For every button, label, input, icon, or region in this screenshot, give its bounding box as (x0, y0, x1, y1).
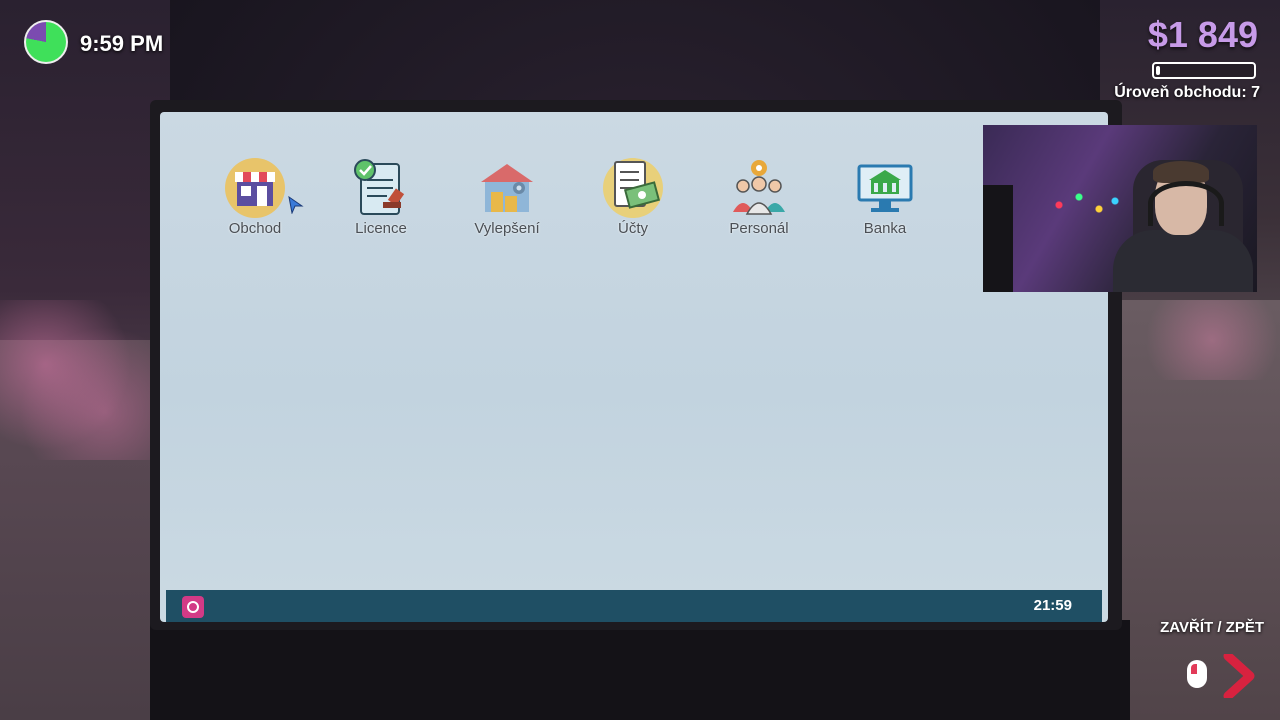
streamer-hair (1153, 161, 1209, 183)
desktop-app-label: Licence (355, 220, 407, 237)
money-display: $1 849 (1147, 14, 1258, 55)
desktop-app-license[interactable]: Licence (326, 156, 436, 237)
bills-icon (601, 156, 665, 220)
desktop-app-bills[interactable]: Účty (578, 156, 688, 237)
taskbar: 21:59 (166, 590, 1102, 622)
desktop-app-upgrades[interactable]: Vylepšení (452, 156, 562, 237)
desktop-app-staff[interactable]: Personál (704, 156, 814, 237)
background-scene-right (1100, 0, 1280, 720)
level-progress-fill (1156, 66, 1160, 75)
headset-icon (1148, 181, 1224, 226)
desktop-app-label: Účty (618, 220, 648, 237)
desktop-app-bank[interactable]: Banka (830, 156, 940, 237)
background-scene-left (0, 0, 170, 720)
taskbar-clock: 21:59 (1033, 597, 1072, 614)
desk-shadow (150, 620, 1130, 720)
desktop-app-label: Personál (729, 220, 789, 237)
day-clock-icon (24, 20, 68, 64)
bank-icon (853, 156, 917, 220)
rgb-lights (1043, 185, 1123, 225)
desktop-app-label: Obchod (228, 220, 282, 237)
webcam-monitor (983, 185, 1013, 292)
staff-icon (727, 156, 791, 220)
game-time: 9:59 PM (80, 31, 164, 56)
streamer-body (1113, 230, 1253, 292)
close-back-hint: ZAVŘÍT / ZPĚT (1160, 619, 1264, 636)
petals-decoration (0, 300, 150, 460)
computer-screen: Obchod Licence Vylepšení Účty Personál B… (160, 112, 1108, 622)
license-icon (349, 156, 413, 220)
desktop-app-label: Vylepšení (474, 220, 540, 237)
mouse-right-click-icon (1187, 660, 1207, 688)
shop-icon (223, 156, 287, 220)
chevron-right-icon[interactable] (1220, 651, 1260, 701)
petals-decoration-right (1110, 300, 1280, 380)
desktop-app-label: Banka (863, 220, 907, 237)
upgrades-icon (475, 156, 539, 220)
store-level-label: Úroveň obchodu: 7 (1114, 84, 1260, 101)
start-button[interactable] (182, 596, 204, 618)
level-progress-bar (1152, 62, 1256, 79)
webcam-overlay (983, 125, 1257, 292)
mouse-cursor-icon (288, 195, 304, 215)
